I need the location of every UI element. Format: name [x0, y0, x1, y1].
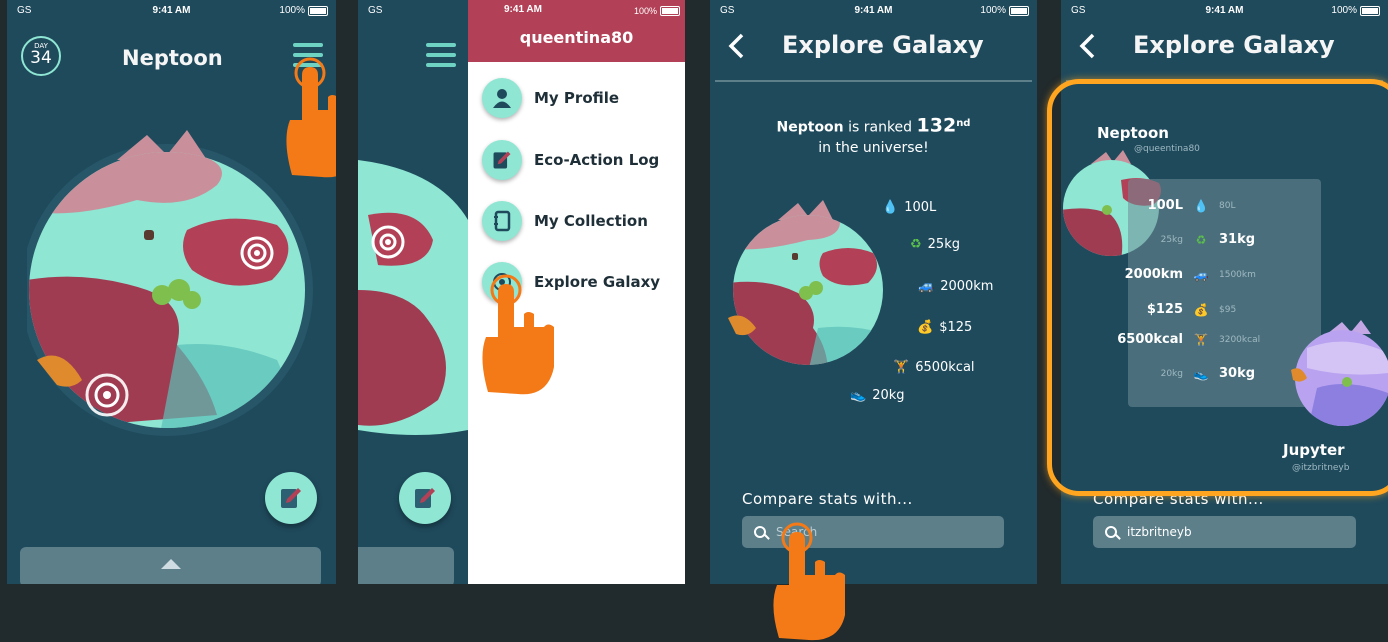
back-arrow-icon[interactable] — [727, 33, 745, 59]
menu-label: My Profile — [534, 89, 620, 107]
money-bag-icon: 💰 — [917, 320, 934, 335]
search-value: itzbritneyb — [1127, 525, 1192, 539]
stat-recycle: ♻ 25kg — [910, 237, 960, 252]
day-number: 34 — [30, 48, 52, 68]
back-arrow-icon[interactable] — [1078, 33, 1096, 59]
menu-label: My Collection — [534, 212, 648, 230]
planet-illustration — [358, 160, 468, 435]
bottom-drawer-handle[interactable] — [358, 547, 454, 584]
edit-log-icon — [482, 140, 522, 180]
menu-header: 9:41 AM 100% queentina80 — [468, 0, 685, 62]
page-title: Explore Galaxy — [782, 31, 984, 59]
water-drop-icon: 💧 — [882, 200, 899, 215]
search-icon — [1105, 526, 1117, 538]
header-divider — [715, 80, 1032, 82]
recycle-icon: ♻ — [910, 237, 922, 252]
battery-percent: 100% — [634, 6, 658, 16]
clock: 9:41 AM — [504, 4, 542, 15]
menu-item-my-profile[interactable]: My Profile — [482, 78, 619, 118]
rank-suffix: nd — [956, 118, 971, 129]
edit-log-icon — [415, 488, 435, 508]
page-title: Neptoon — [122, 46, 223, 70]
stat-calories: 🏋 6500kcal — [893, 360, 975, 375]
status-bar: GS 9:41 AM 100% — [7, 0, 336, 22]
car-icon: 🚙 — [918, 279, 935, 294]
status-bar: GS 9:41 AM 100% — [1061, 0, 1388, 22]
battery-percent: 100% — [279, 5, 305, 16]
hand-pointer-icon — [773, 522, 845, 641]
chevron-up-icon — [161, 559, 181, 569]
log-button[interactable] — [265, 472, 317, 524]
stat-money: 💰 $125 — [917, 320, 973, 335]
rank-line2: in the universe! — [818, 139, 929, 156]
search-icon — [754, 526, 766, 538]
highlight-frame — [1047, 79, 1388, 496]
hand-pointer-icon — [482, 274, 554, 395]
page-title: Explore Galaxy — [1133, 31, 1335, 59]
battery-icon — [660, 6, 680, 16]
menu-item-my-collection[interactable]: My Collection — [482, 201, 648, 241]
footprint-icon: 👟 — [850, 388, 867, 403]
compare-label: Compare stats with... — [742, 490, 913, 508]
notebook-icon — [482, 201, 522, 241]
battery-icon — [1009, 5, 1029, 16]
side-menu: 9:41 AM 100% queentina80 My Profile Eco-… — [468, 0, 685, 584]
edit-log-icon — [281, 488, 301, 508]
screen-home: GS 9:41 AM 100% DAY 34 Neptoon — [7, 0, 336, 584]
day-badge: DAY 34 — [21, 36, 61, 76]
battery-percent: 100% — [980, 5, 1006, 16]
status-bar: GS — [358, 0, 468, 22]
screen-explore-galaxy: GS 9:41 AM 100% Explore Galaxy Neptoon i… — [710, 0, 1037, 584]
menu-icon[interactable] — [426, 43, 456, 73]
stat-distance: 🚙 2000km — [918, 279, 994, 294]
stat-water: 💧 100L — [882, 200, 937, 215]
hand-pointer-icon — [286, 57, 336, 178]
planet-illustration — [728, 200, 883, 365]
rank-text: Neptoon is ranked 132nd in the universe! — [710, 114, 1037, 158]
screen-menu-open: GS 9:41 AM 100% queentina80 My Profile E… — [358, 0, 685, 584]
rank-number: 132 — [916, 114, 957, 137]
rank-phrase: is ranked — [848, 119, 913, 136]
menu-label: Eco-Action Log — [534, 151, 660, 169]
carrier: GS — [368, 5, 383, 16]
status-bar: GS 9:41 AM 100% — [710, 0, 1037, 22]
planet-illustration[interactable] — [27, 130, 317, 450]
stat-footprint: 👟 20kg — [850, 388, 905, 403]
profile-icon — [482, 78, 522, 118]
username: queentina80 — [519, 28, 634, 47]
battery-percent: 100% — [1331, 5, 1357, 16]
battery-icon — [1360, 5, 1380, 16]
log-button[interactable] — [399, 472, 451, 524]
planet-name: Neptoon — [776, 119, 844, 136]
menu-item-eco-action-log[interactable]: Eco-Action Log — [482, 140, 659, 180]
bottom-drawer-handle[interactable] — [20, 547, 321, 584]
dumbbell-icon: 🏋 — [893, 360, 910, 375]
search-field[interactable]: itzbritneyb — [1093, 516, 1356, 548]
battery-icon — [308, 5, 328, 16]
